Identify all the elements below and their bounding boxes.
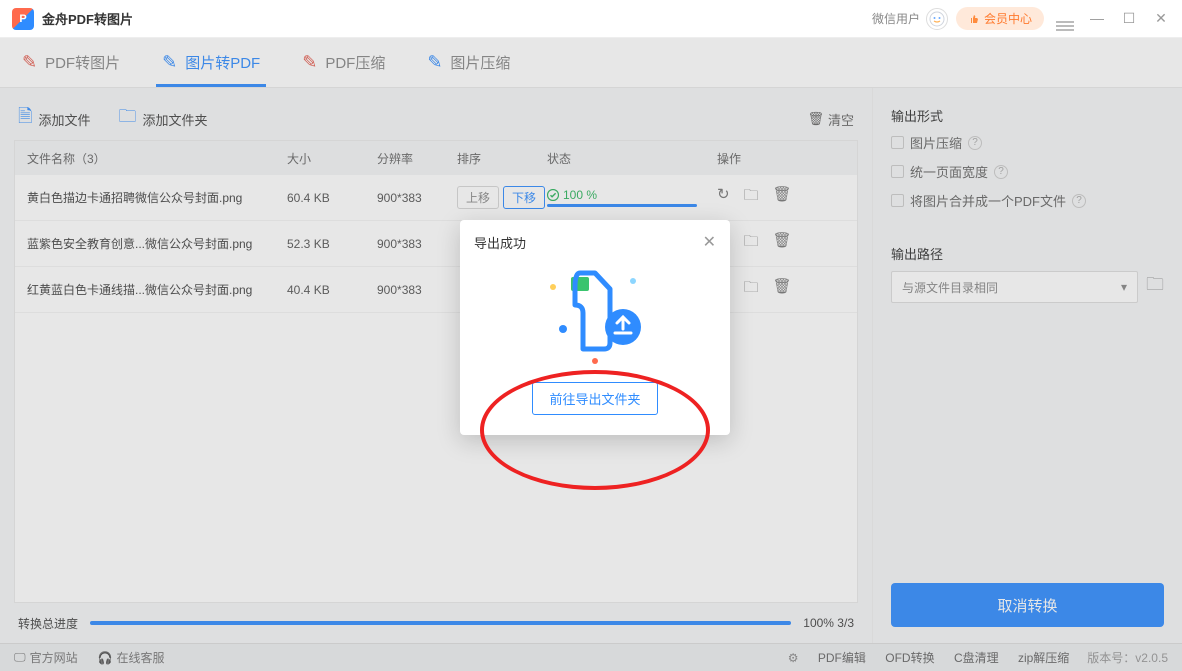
user-block[interactable]: 微信用户 — [872, 8, 948, 30]
minimize-icon[interactable]: — — [1088, 10, 1106, 27]
app-logo-icon: P — [12, 8, 34, 30]
title-bar: P 金舟PDF转图片 微信用户 会员中心 — ☐ ✕ — [0, 0, 1182, 38]
open-export-folder-button[interactable]: 前往导出文件夹 — [532, 382, 657, 415]
app-title: 金舟PDF转图片 — [42, 9, 133, 28]
member-label: 会员中心 — [984, 10, 1032, 27]
maximize-icon[interactable]: ☐ — [1120, 10, 1138, 27]
close-icon[interactable]: ✕ — [1152, 10, 1170, 27]
modal-title: 导出成功 — [474, 233, 526, 252]
user-label: 微信用户 — [872, 10, 920, 27]
member-center-button[interactable]: 会员中心 — [956, 7, 1044, 30]
thumbs-up-icon — [968, 13, 980, 25]
user-avatar-icon — [926, 8, 948, 30]
export-success-modal: 导出成功 ✕ 前往导出文件夹 — [460, 220, 730, 435]
menu-icon[interactable] — [1056, 10, 1074, 27]
success-illustration — [474, 260, 716, 370]
modal-close-icon[interactable]: ✕ — [703, 232, 716, 252]
